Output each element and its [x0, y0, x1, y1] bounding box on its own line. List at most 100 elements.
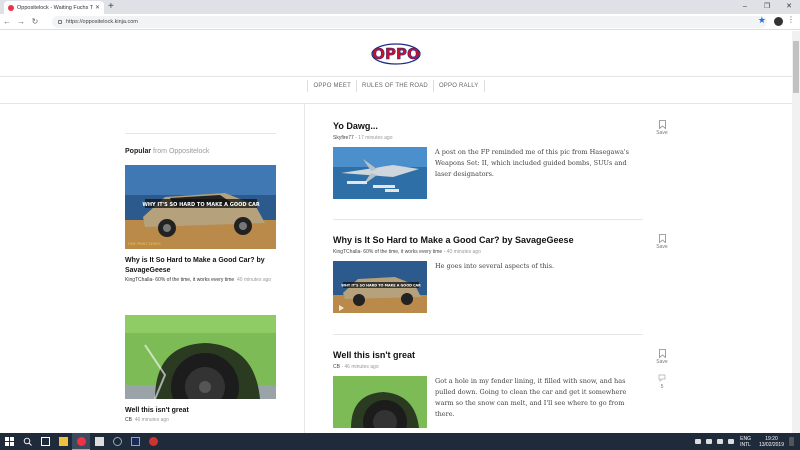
- oppo-logo-icon[interactable]: OPPO: [370, 42, 422, 66]
- save-button[interactable]: Save: [655, 349, 669, 365]
- post-thumbnail[interactable]: WHY IT'S SO HARD TO MAKE A GOOD CAR: [333, 261, 427, 313]
- address-bar[interactable]: https://oppositelock.kinja.com: [52, 16, 767, 28]
- post-thumbnail[interactable]: [333, 147, 427, 199]
- save-label: Save: [656, 359, 668, 365]
- popular-card-image[interactable]: [125, 315, 276, 399]
- post-meta: KingTChalla- 60% of the time, it works e…: [333, 249, 481, 255]
- nav-oppo-rally[interactable]: OPPO RALLY: [432, 80, 485, 92]
- minimize-button[interactable]: –: [734, 0, 756, 14]
- save-button[interactable]: Save: [655, 234, 669, 250]
- popular-card-meta: CB 46 minutes ago: [125, 417, 276, 424]
- tab-title: Oppositelock - Waiting Fuchs T...: [17, 4, 93, 11]
- restore-button[interactable]: ❐: [756, 0, 778, 14]
- cloud-icon[interactable]: [706, 439, 713, 444]
- scrollbar-thumb[interactable]: [793, 41, 799, 93]
- steam-icon[interactable]: [108, 433, 126, 450]
- thumb-overlay-text: WHY IT'S SO HARD TO MAKE A GOOD CAR: [341, 284, 421, 288]
- menu-dots-icon[interactable]: ⋮: [787, 15, 795, 24]
- feed-post: Yo Dawg... Skyfire77 · 17 minutes ago A …: [333, 120, 643, 199]
- post-excerpt: He goes into several aspects of this.: [435, 262, 555, 270]
- save-button[interactable]: Save: [655, 120, 669, 136]
- volume-icon[interactable]: [728, 439, 735, 444]
- post-author[interactable]: KingTChalla- 60% of the time, it works e…: [333, 249, 442, 255]
- file-explorer-icon[interactable]: [54, 433, 72, 450]
- post-excerpt: A post on the FP reminded me of this pic…: [435, 148, 629, 178]
- post-title[interactable]: Why is It So Hard to Make a Good Car? by…: [333, 234, 643, 246]
- clock-date: 13/02/2019: [758, 441, 784, 448]
- lang-bottom: INTL: [740, 441, 751, 448]
- browser-tab[interactable]: Oppositelock - Waiting Fuchs T... ✕: [4, 1, 104, 14]
- system-tray: ENG INTL 19:20 13/02/2019: [690, 433, 794, 450]
- save-label: Save: [656, 130, 668, 136]
- chrome-taskbar-icon[interactable]: [72, 433, 90, 450]
- card-author[interactable]: CB: [125, 417, 132, 423]
- column-divider: [304, 104, 305, 433]
- site-favicon-icon: [8, 4, 14, 11]
- post-author[interactable]: Skyfire77: [333, 135, 354, 141]
- new-tab-button[interactable]: +: [108, 0, 114, 14]
- notification-icon[interactable]: [789, 437, 794, 446]
- post-time: 17 minutes ago: [358, 135, 393, 141]
- post-title[interactable]: Well this isn't great: [333, 349, 643, 361]
- post-author[interactable]: CB: [333, 364, 340, 370]
- site-header: OPPO: [0, 31, 792, 76]
- url-text: https://oppositelock.kinja.com: [66, 19, 138, 25]
- reload-icon[interactable]: ↻: [28, 17, 42, 26]
- language-indicator[interactable]: ENG INTL: [740, 436, 751, 448]
- profile-avatar[interactable]: [774, 17, 783, 26]
- post-time: 40 minutes ago: [446, 249, 481, 255]
- page-scrollbar[interactable]: [792, 31, 800, 433]
- forward-arrow-icon[interactable]: →: [14, 17, 28, 26]
- store-icon[interactable]: [90, 433, 108, 450]
- popular-card-image[interactable]: WHY IT'S SO HARD TO MAKE A GOOD CAR FINE…: [125, 165, 276, 249]
- speech-bubble-icon: [658, 374, 666, 382]
- photoshop-icon[interactable]: [126, 433, 144, 450]
- post-body: WHY IT'S SO HARD TO MAKE A GOOD CAR He g…: [333, 261, 643, 313]
- card-corner-text: FINE PRINT SERIES: [128, 242, 162, 246]
- post-excerpt: Got a hole in my fender lining, it fille…: [435, 377, 627, 418]
- task-view-icon[interactable]: [36, 433, 54, 450]
- taskbar: ENG INTL 19:20 13/02/2019: [0, 433, 800, 450]
- reply-button[interactable]: 5: [655, 374, 669, 390]
- nav-rules-of-the-road[interactable]: RULES OF THE ROAD: [355, 80, 433, 92]
- page-content: OPPO OPPO MEET RULES OF THE ROAD OPPO RA…: [0, 31, 792, 433]
- save-label: Save: [656, 244, 668, 250]
- bookmark-star-icon[interactable]: ★: [758, 15, 766, 26]
- network-icon[interactable]: [717, 439, 724, 444]
- feed-post: Why is It So Hard to Make a Good Car? by…: [333, 234, 643, 313]
- card-author[interactable]: KingTChalla- 60% of the time, it works e…: [125, 277, 234, 283]
- windows-start-icon[interactable]: [0, 433, 18, 450]
- close-window-button[interactable]: ✕: [778, 0, 800, 14]
- nav-divider: [0, 103, 792, 104]
- post-divider: [333, 219, 643, 220]
- post-meta: CB · 46 minutes ago: [333, 364, 379, 370]
- browser-toolbar: ← → ↻ https://oppositelock.kinja.com ★ ⋮: [0, 14, 800, 30]
- post-thumbnail[interactable]: [333, 376, 427, 428]
- reply-count: 5: [660, 384, 664, 390]
- popular-card-meta: KingTChalla- 60% of the time, it works e…: [125, 277, 276, 284]
- window-controls: – ❐ ✕: [734, 0, 800, 14]
- tab-strip: Oppositelock - Waiting Fuchs T... ✕ + – …: [0, 0, 800, 14]
- sidebar-divider: [125, 133, 276, 134]
- popular-label: Popular: [125, 148, 152, 155]
- popular-card-title[interactable]: Why is It So Hard to Make a Good Car? by…: [125, 256, 276, 276]
- back-arrow-icon[interactable]: ←: [0, 17, 14, 26]
- search-icon[interactable]: [18, 433, 36, 450]
- nav-oppo-meet[interactable]: OPPO MEET: [307, 80, 355, 92]
- post-body: A post on the FP reminded me of this pic…: [333, 147, 643, 199]
- popular-heading: Popular from Oppositelock: [125, 148, 209, 155]
- card-time: 46 minutes ago: [134, 417, 169, 423]
- feed-post: Well this isn't great CB · 46 minutes ag…: [333, 349, 643, 428]
- close-tab-icon[interactable]: ✕: [95, 4, 100, 11]
- post-title[interactable]: Yo Dawg...: [333, 120, 643, 132]
- lock-icon: [58, 20, 62, 24]
- people-icon[interactable]: [695, 439, 702, 444]
- app-icon[interactable]: [144, 433, 162, 450]
- card-overlay-text: WHY IT'S SO HARD TO MAKE A GOOD CAR: [142, 202, 260, 208]
- post-time: 46 minutes ago: [344, 364, 379, 370]
- popular-card-title[interactable]: Well this isn't great: [125, 406, 276, 416]
- lang-top: ENG: [740, 435, 751, 442]
- popular-source: from Oppositelock: [151, 148, 210, 155]
- bookmark-icon: [658, 349, 666, 358]
- clock[interactable]: 19:20 13/02/2019: [759, 436, 784, 448]
